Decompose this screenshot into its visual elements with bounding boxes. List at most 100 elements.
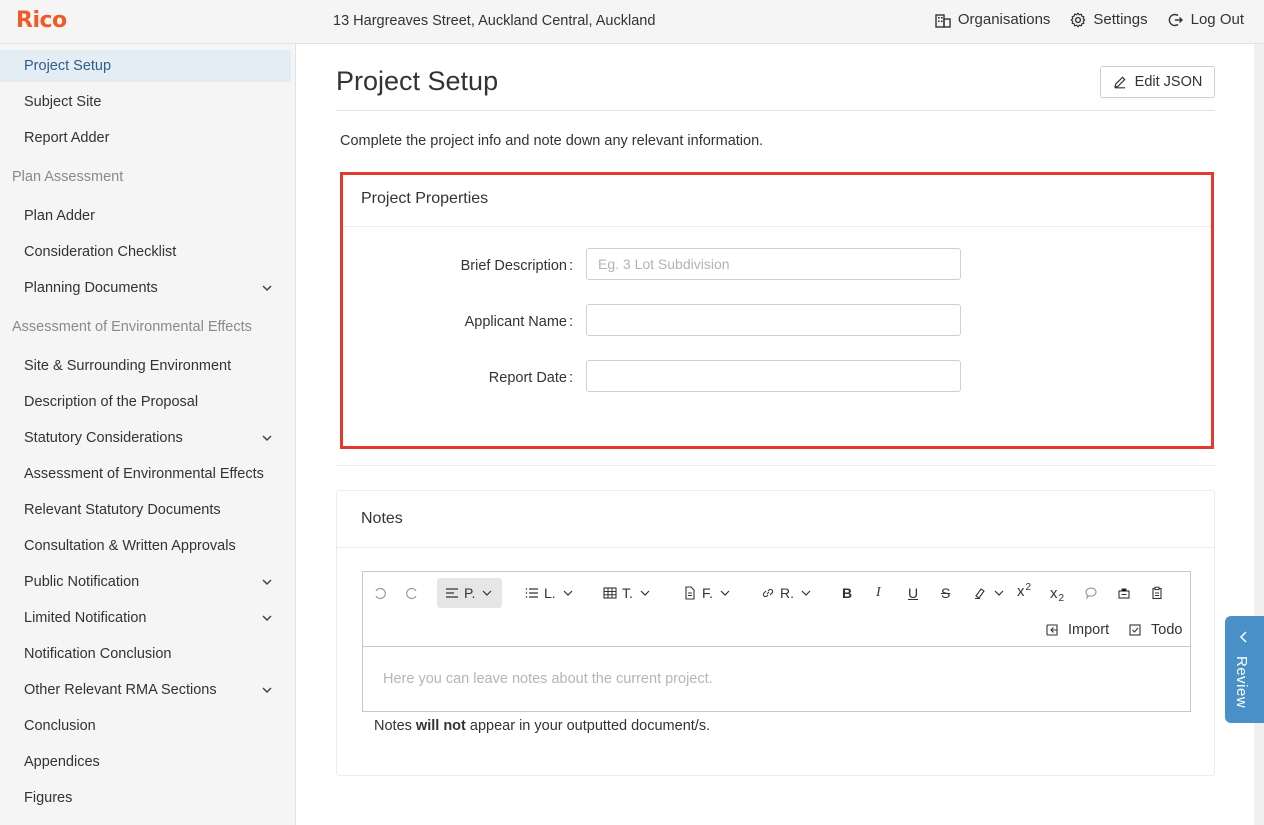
logout-icon (1168, 13, 1183, 26)
superscript-base: x (1017, 582, 1025, 600)
notes-header: Notes (337, 491, 1214, 548)
list-dropdown[interactable]: L. (525, 578, 575, 608)
sidebar-item-label: Planning Documents (24, 280, 158, 296)
sidebar-item-statutory-considerations[interactable]: Statutory Considerations (0, 422, 291, 454)
sidebar-item-project-setup[interactable]: Project Setup (0, 50, 291, 82)
brief-description-input[interactable] (586, 248, 961, 280)
subscript-button[interactable]: x2 (1050, 578, 1064, 608)
project-properties-card: Project Properties Brief Description: Ap… (340, 172, 1214, 449)
sidebar-item-consideration-checklist[interactable]: Consideration Checklist (0, 236, 291, 268)
chevron-down-icon (262, 579, 272, 586)
edit-json-button[interactable]: Edit JSON (1100, 66, 1215, 98)
top-bar: Rico 13 Hargreaves Street, Auckland Cent… (0, 0, 1264, 44)
clipboard-icon (1152, 586, 1162, 600)
sidebar-item-consultation[interactable]: Consultation & Written Approvals (0, 530, 291, 562)
superscript-button[interactable]: x2 (1017, 576, 1031, 606)
sidebar-item-public-notification[interactable]: Public Notification (0, 566, 291, 598)
settings-link[interactable]: Settings (1070, 11, 1148, 28)
review-tab[interactable]: Review (1225, 616, 1264, 723)
organisations-link[interactable]: Organisations (935, 11, 1051, 28)
table-dropdown[interactable]: T. (603, 578, 652, 608)
project-properties-header: Project Properties (343, 175, 1211, 227)
chevron-down-icon (483, 590, 492, 596)
subscript-mark: 2 (1058, 592, 1065, 604)
applicant-name-input[interactable] (586, 304, 961, 336)
logout-link[interactable]: Log Out (1168, 11, 1244, 28)
building-block-icon (1118, 588, 1130, 599)
embed-button[interactable] (1117, 578, 1131, 608)
sidebar-item-report-adder[interactable]: Report Adder (0, 122, 291, 154)
report-date-input[interactable] (586, 360, 961, 392)
file-icon (685, 586, 695, 600)
gear-icon (1071, 12, 1086, 27)
file-dropdown[interactable]: F. (683, 578, 732, 608)
notes-editor-placeholder[interactable]: Here you can leave notes about the curre… (383, 671, 713, 687)
highlight-dropdown[interactable] (973, 578, 1006, 608)
chevron-down-icon (262, 285, 272, 292)
sidebar-item-label: Site & Surrounding Environment (24, 358, 232, 374)
undo-button[interactable] (373, 578, 387, 608)
sidebar-item-assessment-environmental-effects[interactable]: Assessment of Environmental Effects (0, 458, 291, 490)
sidebar-item-subject-site[interactable]: Subject Site (0, 86, 291, 118)
page-title: Project Setup (336, 66, 499, 96)
sidebar-item-relevant-statutory-documents[interactable]: Relevant Statutory Documents (0, 494, 291, 526)
align-left-icon (446, 588, 458, 598)
sidebar-item-planning-documents[interactable]: Planning Documents (0, 272, 291, 304)
italic-button[interactable]: I (876, 578, 881, 608)
pencil-icon (1113, 76, 1126, 89)
list-label: L. (544, 585, 556, 601)
todo-button[interactable]: Todo (1128, 615, 1182, 645)
notes-footer-post: appear in your outputted document/s. (465, 718, 711, 734)
sidebar-item-appendices[interactable]: Appendices (0, 746, 291, 778)
sidebar-item-label: Description of the Proposal (24, 394, 199, 410)
notes-footer: Notes will not appear in your outputted … (374, 718, 710, 734)
title-divider (336, 110, 1215, 111)
comment-button[interactable] (1084, 578, 1098, 608)
link-icon (762, 588, 774, 598)
chevron-down-icon (262, 687, 272, 694)
sidebar-item-other-rma-sections[interactable]: Other Relevant RMA Sections (0, 674, 291, 706)
highlighter-icon (975, 588, 985, 600)
sidebar-item-conclusion[interactable]: Conclusion (0, 710, 291, 742)
link-dropdown[interactable]: R. (761, 578, 813, 608)
notes-editor: P. L. T. F. R. B I U S x 2 x 2 Import To… (362, 571, 1191, 712)
undo-icon (375, 587, 386, 600)
strikethrough-button[interactable]: S (941, 578, 950, 608)
import-button[interactable]: Import (1045, 615, 1109, 645)
sidebar-item-description-proposal[interactable]: Description of the Proposal (0, 386, 291, 418)
sidebar-item-notification-conclusion[interactable]: Notification Conclusion (0, 638, 291, 670)
sidebar-item-label: Other Relevant RMA Sections (24, 682, 217, 698)
brief-description-label: Brief Description: (343, 258, 573, 274)
notes-footer-bold: will not (415, 718, 466, 734)
sidebar-item-limited-notification[interactable]: Limited Notification (0, 602, 291, 634)
sidebar-item-label: Consultation & Written Approvals (24, 538, 236, 554)
comment-icon (1085, 587, 1097, 600)
project-address: 13 Hargreaves Street, Auckland Central, … (333, 13, 656, 29)
label-colon: : (568, 258, 573, 274)
properties-divider (336, 465, 1215, 466)
app-logo[interactable]: Rico (16, 8, 67, 33)
logout-label: Log Out (1190, 11, 1244, 28)
sidebar-item-label: Conclusion (24, 718, 96, 734)
report-date-label: Report Date: (343, 370, 573, 386)
paste-button[interactable] (1150, 578, 1164, 608)
sidebar-item-figures[interactable]: Figures (0, 782, 291, 814)
label-colon: : (568, 314, 573, 330)
list-icon (525, 588, 538, 598)
chevron-down-icon (563, 590, 573, 596)
applicant-name-text: Applicant Name (464, 314, 567, 330)
bold-button[interactable]: B (842, 578, 852, 608)
underline-button[interactable]: U (908, 578, 918, 608)
paragraph-dropdown[interactable]: P. (437, 578, 503, 608)
redo-button[interactable] (405, 578, 419, 608)
redo-icon (406, 587, 417, 600)
sidebar-item-label: Limited Notification (24, 610, 147, 626)
report-date-text: Report Date (488, 370, 567, 386)
sidebar-item-label: Consideration Checklist (24, 244, 177, 260)
chevron-down-icon (720, 590, 730, 596)
chevron-down-icon (994, 590, 1004, 596)
sidebar-item-plan-adder[interactable]: Plan Adder (0, 200, 291, 232)
sidebar-item-label: Relevant Statutory Documents (24, 502, 221, 518)
organisations-label: Organisations (957, 11, 1051, 28)
sidebar-item-site-surrounding[interactable]: Site & Surrounding Environment (0, 350, 291, 382)
